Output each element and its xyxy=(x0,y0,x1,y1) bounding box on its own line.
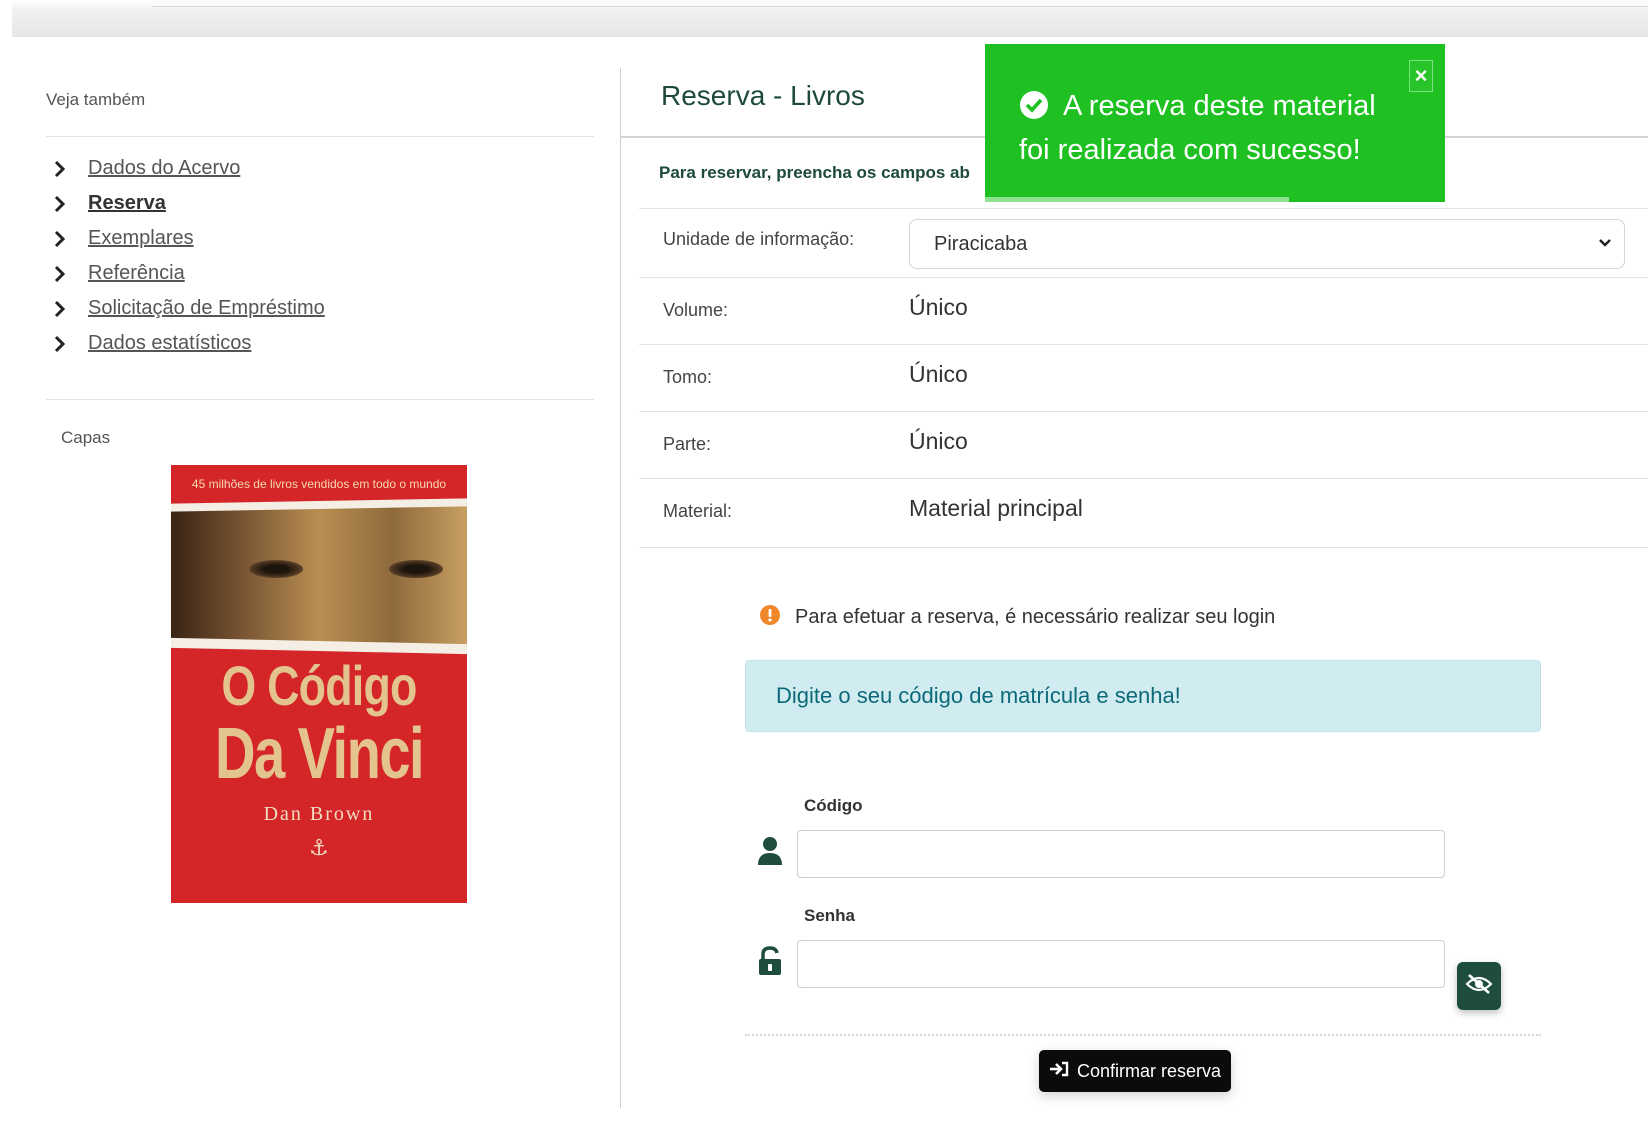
sidebar-item-solicitacao[interactable]: Solicitação de Empréstimo xyxy=(54,291,594,326)
sidebar-item-reserva[interactable]: Reserva xyxy=(54,186,594,221)
info-alert: Digite o seu código de matrícula e senha… xyxy=(745,660,1541,732)
unit-select[interactable]: Piracicaba xyxy=(909,219,1625,269)
form-dotted-divider xyxy=(745,1034,1541,1036)
volume-label: Volume: xyxy=(663,300,729,320)
sidebar: Veja também Dados do Acervo Reserva Exem… xyxy=(46,80,594,448)
chevron-right-icon xyxy=(54,195,88,213)
user-icon xyxy=(755,836,785,866)
tomo-label: Tomo: xyxy=(663,367,713,387)
book-cover: 45 milhões de livros vendidos em todo o … xyxy=(171,465,467,903)
parte-value: Único xyxy=(909,428,968,454)
confirm-reservation-button[interactable]: Confirmar reserva xyxy=(1039,1050,1231,1092)
sidebar-link-exemplares[interactable]: Exemplares xyxy=(88,227,194,250)
toggle-password-button[interactable] xyxy=(1457,962,1501,1010)
form-row-tomo: Tomo: Único xyxy=(639,344,1648,411)
eye-slash-icon xyxy=(1465,973,1493,1000)
instructions-text: Para reservar, preencha os campos ab xyxy=(659,163,970,182)
form-row-unit: Unidade de informação: Piracicaba xyxy=(639,208,1648,277)
sidebar-link-solicitacao[interactable]: Solicitação de Empréstimo xyxy=(88,297,325,320)
login-warning: Para efetuar a reserva, é necessário rea… xyxy=(759,604,1275,631)
toast-progress-bar xyxy=(985,197,1289,202)
chevron-right-icon xyxy=(54,335,88,353)
chevron-right-icon xyxy=(54,160,88,178)
code-input[interactable] xyxy=(797,830,1445,878)
unlock-icon xyxy=(755,946,785,976)
password-label: Senha xyxy=(804,906,856,925)
sidebar-item-dados-estatisticos[interactable]: Dados estatísticos xyxy=(54,326,594,361)
reservation-form: Unidade de informação: Piracicaba Volume… xyxy=(639,208,1648,548)
sidebar-item-dados-acervo[interactable]: Dados do Acervo xyxy=(54,151,594,186)
chevron-right-icon xyxy=(54,265,88,283)
sidebar-divider xyxy=(46,136,594,137)
chevron-down-icon xyxy=(1598,235,1612,253)
volume-value: Único xyxy=(909,294,968,320)
exclamation-circle-icon xyxy=(759,604,781,631)
browser-topbar xyxy=(12,0,1648,37)
parte-label: Parte: xyxy=(663,434,712,454)
form-row-parte: Parte: Único xyxy=(639,411,1648,478)
sidebar-link-referencia[interactable]: Referência xyxy=(88,262,185,285)
sidebar-item-referencia[interactable]: Referência xyxy=(54,256,594,291)
password-input[interactable] xyxy=(797,940,1445,988)
unit-select-value: Piracicaba xyxy=(934,232,1028,255)
page-title: Reserva - Livros xyxy=(661,80,865,111)
cover-eye-right xyxy=(389,560,443,578)
toast-message: A reserva deste material foi realizada c… xyxy=(1019,84,1389,172)
cover-eye-left xyxy=(249,560,303,578)
confirm-reservation-label: Confirmar reserva xyxy=(1076,1060,1222,1081)
material-value: Material principal xyxy=(909,495,1083,521)
toast-message-text: A reserva deste material foi realizada c… xyxy=(1019,90,1376,166)
see-also-list: Dados do Acervo Reserva Exemplares Refer… xyxy=(54,151,594,361)
sidebar-link-dados-acervo[interactable]: Dados do Acervo xyxy=(88,157,240,180)
code-label: Código xyxy=(804,796,863,815)
sidebar-link-dados-estatisticos[interactable]: Dados estatísticos xyxy=(88,332,251,355)
sign-in-icon xyxy=(1049,1061,1069,1082)
form-row-volume: Volume: Único xyxy=(639,277,1648,344)
cover-title-line2: Da Vinci xyxy=(214,714,425,794)
info-alert-text: Digite o seu código de matrícula e senha… xyxy=(776,683,1181,708)
cover-title-line1: O Código xyxy=(221,654,417,717)
tomo-value: Único xyxy=(909,361,968,387)
toast-close-button[interactable]: × xyxy=(1409,60,1433,92)
material-label: Material: xyxy=(663,501,733,521)
cover-author: Dan Brown xyxy=(263,803,375,825)
sidebar-item-exemplares[interactable]: Exemplares xyxy=(54,221,594,256)
form-row-material: Material: Material principal xyxy=(639,478,1648,548)
cover-tagline: 45 milhões de livros vendidos em todo o … xyxy=(191,477,447,491)
success-toast: A reserva deste material foi realizada c… xyxy=(985,44,1445,202)
sidebar-divider xyxy=(46,399,594,400)
sidebar-link-reserva[interactable]: Reserva xyxy=(88,192,166,215)
column-divider xyxy=(620,68,621,1108)
unit-label: Unidade de informação: xyxy=(663,229,855,249)
covers-title: Capas xyxy=(61,428,111,447)
chevron-right-icon xyxy=(54,300,88,318)
chevron-right-icon xyxy=(54,230,88,248)
login-warning-text: Para efetuar a reserva, é necessário rea… xyxy=(795,606,1276,628)
see-also-title: Veja também xyxy=(46,90,146,109)
topbar-inner xyxy=(152,0,1648,7)
publisher-logo-icon: ⚓ xyxy=(309,835,329,860)
